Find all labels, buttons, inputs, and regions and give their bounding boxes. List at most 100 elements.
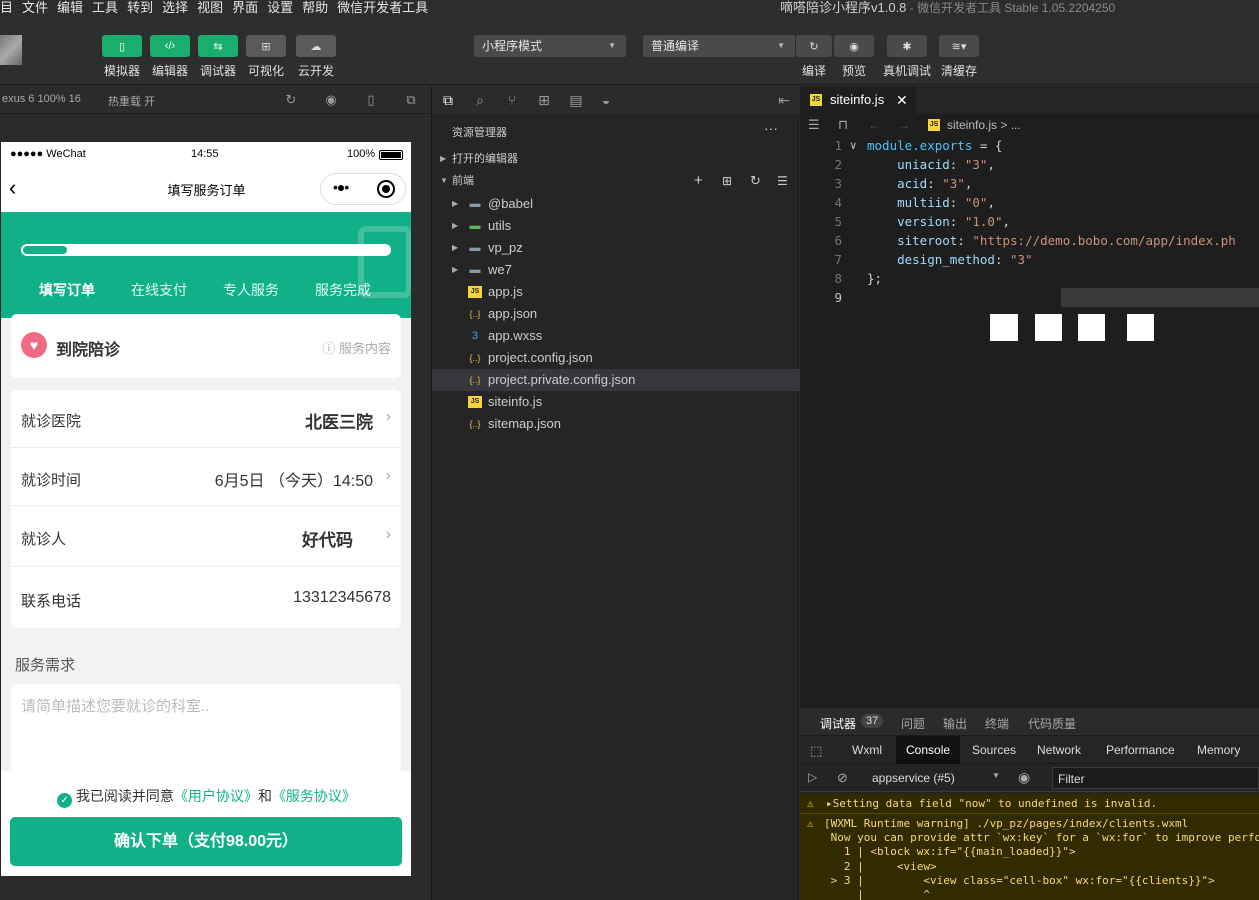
search-icon[interactable]: ⌕ [472, 92, 488, 108]
eye-icon[interactable]: ◉ [1018, 769, 1030, 786]
needs-textarea[interactable]: 请简单描述您要就诊的科室.. [11, 684, 401, 784]
tab-siteinfo-js[interactable]: JS siteinfo.js ✕ [800, 86, 916, 114]
compile-select[interactable]: 普通编译 ▼ [643, 35, 795, 57]
hospital-row[interactable]: 就诊医院 北医三院 › [11, 390, 401, 448]
editor-button[interactable]: ‹/› [150, 35, 190, 57]
service-content-link[interactable]: ⓘ 服务内容 [322, 338, 391, 357]
clear-cache-button[interactable]: ≋▾ [939, 35, 979, 57]
mode-select[interactable]: 小程序模式 ▼ [474, 35, 626, 57]
menu-item[interactable]: 视图 [197, 0, 223, 16]
project-section[interactable]: ▼ 前端 + ⊞ ↻ ☰ [432, 170, 800, 192]
menu-item[interactable]: 文件 [22, 0, 48, 16]
sidebar-toggle-icon[interactable]: ▷ [808, 770, 817, 784]
menu-item[interactable]: 帮助 [302, 0, 328, 16]
time-row[interactable]: 就诊时间 6月5日 （今天）14:50 › [11, 448, 401, 506]
close-icon[interactable]: ✕ [896, 86, 908, 114]
file-tree-item[interactable]: ▶ ▬ vp_pz [432, 237, 800, 259]
visual-button[interactable]: ⊞ [246, 35, 286, 57]
file-tree-item[interactable]: 3 app.wxss [432, 325, 800, 347]
more-icon[interactable]: •●• [333, 179, 349, 195]
menu-item[interactable]: 微信开发者工具 [337, 0, 428, 16]
source-control-icon[interactable]: ⑂ [504, 92, 520, 108]
filter-input[interactable]: Filter [1052, 767, 1259, 789]
tab-wxml[interactable]: Wxml [852, 743, 882, 757]
tab-network[interactable]: Network [1037, 743, 1081, 757]
simulator-button[interactable]: ▯ [102, 35, 142, 57]
tab-sources[interactable]: Sources [972, 743, 1016, 757]
menu-item[interactable]: 编辑 [57, 0, 83, 16]
tab-code-quality[interactable]: 代码质量 [1028, 715, 1076, 732]
file-tree-item[interactable]: JS app.js [432, 281, 800, 303]
minimap-slider[interactable] [1061, 288, 1259, 307]
file-name: we7 [488, 262, 512, 277]
collapse-sidebar-icon[interactable]: ⇤ [776, 92, 792, 108]
phone-icon[interactable]: ▯ [364, 93, 378, 107]
menu-item[interactable]: 界面 [232, 0, 258, 16]
refresh-icon[interactable]: ↻ [750, 170, 761, 192]
service-agreement-link[interactable]: 《服务协议》 [272, 788, 356, 804]
compile-button[interactable]: ↻ [796, 35, 832, 57]
tab-terminal[interactable]: 终端 [985, 715, 1009, 732]
back-arrow-icon[interactable]: ← [868, 114, 880, 136]
menu-item[interactable]: 项目 [0, 0, 13, 16]
tab-debugger[interactable]: 调试器 [820, 715, 856, 732]
rotate-icon[interactable]: ↻ [284, 93, 298, 107]
context-select[interactable]: appservice (#5) [872, 771, 955, 785]
line-text: acid: "3", [897, 176, 973, 191]
clear-console-icon[interactable]: ⊘ [837, 770, 848, 786]
line-number: 4 [834, 195, 842, 210]
file-tree-item[interactable]: ▶ ▬ @babel [432, 193, 800, 215]
panel-icon[interactable]: ▤ [568, 92, 584, 108]
hot-reload-select[interactable]: 热重载 开 [108, 93, 155, 109]
record-icon[interactable]: ◉ [324, 93, 338, 107]
menu-item[interactable]: 转到 [127, 0, 153, 16]
file-tree-item[interactable]: ▶ ▬ utils [432, 215, 800, 237]
bookmark-icon[interactable]: ⊓ [838, 114, 848, 136]
user-agreement-link[interactable]: 《用户协议》 [174, 788, 258, 804]
console-warning[interactable]: ⚠ [WXML Runtime warning] ./vp_pz/pages/i… [800, 814, 1259, 900]
collapse-all-icon[interactable]: ☰ [777, 170, 788, 192]
tab-memory[interactable]: Memory [1197, 743, 1240, 757]
preview-button[interactable]: ◉ [834, 35, 874, 57]
close-icon[interactable] [377, 180, 395, 198]
files-icon[interactable]: ⧉ [440, 92, 456, 108]
css-file-icon: 3 [471, 330, 479, 342]
file-tree-item[interactable]: {..} project.config.json [432, 347, 800, 369]
remote-debug-button[interactable]: ✱ [887, 35, 927, 57]
tab-output[interactable]: 输出 [943, 715, 967, 732]
docker-icon[interactable]: ◒ [598, 92, 614, 108]
avatar[interactable] [0, 35, 22, 65]
extensions-icon[interactable]: ⊞ [536, 92, 552, 108]
patient-row[interactable]: 就诊人 好代码 › [11, 506, 401, 567]
file-tree-item[interactable]: {..} project.private.config.json [432, 369, 800, 391]
tab-console[interactable]: Console [896, 736, 961, 764]
popout-icon[interactable]: ⧉ [404, 93, 418, 107]
forward-arrow-icon[interactable]: → [898, 114, 910, 136]
phone-row[interactable]: 联系电话 13312345678 [11, 567, 401, 628]
file-tree-item[interactable]: {..} sitemap.json [432, 413, 800, 435]
debugger-button[interactable]: ⇆ [198, 35, 238, 57]
visual-label: 可视化 [247, 64, 284, 78]
tab-problems[interactable]: 问题 [901, 715, 925, 732]
menu-item[interactable]: 选择 [162, 0, 188, 16]
cloud-button[interactable]: ☁ [296, 35, 336, 57]
more-icon[interactable]: ··· [764, 120, 778, 136]
inspect-icon[interactable]: ⬚ [810, 743, 822, 759]
file-tree-item[interactable]: {..} app.json [432, 303, 800, 325]
new-folder-icon[interactable]: ⊞ [722, 170, 732, 192]
js-file-icon: JS [468, 396, 482, 408]
menu-items[interactable]: 项目文件编辑工具转到选择视图界面设置帮助微信开发者工具 [0, 0, 437, 15]
check-icon[interactable]: ✓ [57, 793, 73, 808]
menu-item[interactable]: 工具 [92, 0, 118, 16]
new-file-icon[interactable]: + [694, 170, 703, 192]
list-icon[interactable]: ☰ [808, 114, 820, 136]
console-warning[interactable]: ⚠ ▸Setting data field "now" to undefined… [800, 794, 1259, 814]
file-tree-item[interactable]: JS siteinfo.js [432, 391, 800, 413]
open-editors-section[interactable]: ▶ 打开的编辑器 [432, 148, 800, 170]
tab-performance[interactable]: Performance [1106, 743, 1175, 757]
device-select[interactable]: exus 6 100% 16 [2, 93, 81, 105]
submit-order-button[interactable]: 确认下单（支付98.00元） [10, 817, 402, 866]
fold-icon[interactable]: ∨ [850, 136, 857, 155]
menu-item[interactable]: 设置 [267, 0, 293, 16]
file-tree-item[interactable]: ▶ ▬ we7 [432, 259, 800, 281]
